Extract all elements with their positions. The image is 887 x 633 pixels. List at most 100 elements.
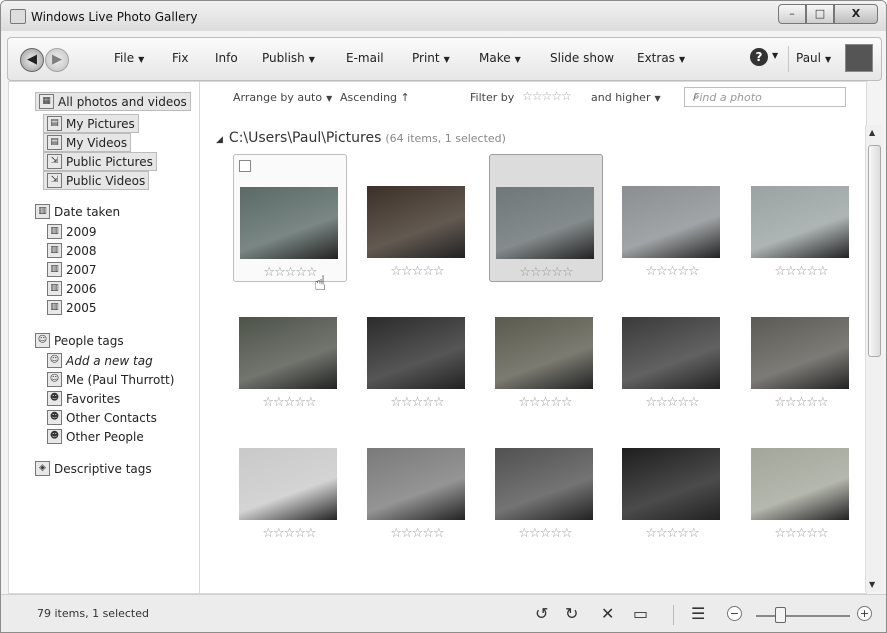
make-menu[interactable]: Make ▼ — [479, 51, 521, 65]
photo-image[interactable] — [751, 448, 849, 520]
sidebar-item-descriptive-tags[interactable]: ◈ Descriptive tags — [35, 461, 152, 476]
photo-image[interactable] — [240, 187, 338, 259]
star-rating[interactable]: ☆☆☆☆☆ — [745, 395, 857, 410]
arrange-dropdown[interactable]: Arrange by auto ▼ — [233, 91, 332, 104]
star-rating[interactable]: ☆☆☆☆☆ — [361, 526, 473, 541]
sidebar-item-favorites[interactable]: ☻ Favorites — [47, 391, 120, 406]
star-rating[interactable]: ☆☆☆☆☆ — [489, 526, 601, 541]
photo-thumbnail[interactable]: ☆☆☆☆☆ — [361, 154, 473, 280]
photo-image[interactable] — [367, 317, 465, 389]
photo-thumbnail[interactable]: ☆☆☆☆☆ — [361, 285, 473, 411]
rotate-right-icon[interactable]: ↻ — [565, 604, 578, 623]
back-button[interactable]: ◀ — [20, 48, 44, 72]
extras-menu[interactable]: Extras ▼ — [637, 51, 685, 65]
zoom-in-icon[interactable]: + — [857, 606, 872, 621]
photo-thumbnail[interactable]: ☆☆☆☆☆ — [616, 416, 728, 542]
star-rating[interactable]: ☆☆☆☆☆ — [616, 526, 728, 541]
forward-button[interactable]: ▶ — [45, 48, 69, 72]
rating-threshold-dropdown[interactable]: and higher ▼ — [591, 91, 661, 104]
zoom-slider[interactable] — [756, 615, 850, 617]
photo-image[interactable] — [622, 448, 720, 520]
scrollbar-thumb[interactable] — [868, 145, 881, 357]
slideshow-button[interactable]: Slide show — [550, 51, 614, 65]
photo-thumbnail[interactable]: ☆☆☆☆☆ — [233, 285, 345, 411]
sidebar-item-me[interactable]: ☺ Me (Paul Thurrott) — [47, 372, 174, 387]
photo-image[interactable] — [495, 317, 593, 389]
chevron-down-icon[interactable]: ▼ — [772, 51, 778, 60]
delete-icon[interactable]: ✕ — [601, 604, 614, 623]
search-input[interactable]: Find a photo ⌕ — [684, 87, 846, 107]
search-icon[interactable]: ⌕ — [693, 89, 841, 104]
photo-thumbnail[interactable]: ☆☆☆☆☆ — [233, 416, 345, 542]
sidebar-item-public-pictures[interactable]: ⇲ Public Pictures — [43, 152, 157, 171]
user-avatar[interactable] — [845, 44, 873, 72]
star-rating[interactable]: ☆☆☆☆☆ — [233, 526, 345, 541]
help-icon[interactable]: ? — [750, 48, 768, 66]
sidebar-item-year[interactable]: ▥ 2007 — [47, 262, 97, 277]
slideshow-icon[interactable]: ▭ — [633, 604, 648, 623]
user-menu[interactable]: Paul ▼ — [796, 51, 831, 65]
photo-thumbnail[interactable]: ☆☆☆☆☆ — [745, 416, 857, 542]
photo-thumbnail[interactable]: ☆☆☆☆☆ — [745, 154, 857, 280]
star-rating[interactable]: ☆☆☆☆☆ — [233, 395, 345, 410]
photo-image[interactable] — [622, 186, 720, 258]
sort-order-button[interactable]: Ascending ↑ — [340, 91, 410, 104]
sidebar-item-year[interactable]: ▥ 2006 — [47, 281, 97, 296]
sidebar-item-my-videos[interactable]: ▤ My Videos — [43, 133, 132, 152]
select-checkbox[interactable] — [239, 160, 251, 172]
email-button[interactable]: E-mail — [346, 51, 384, 65]
scroll-up-icon[interactable]: ▲ — [869, 128, 875, 137]
photo-thumbnail[interactable]: ☆☆☆☆☆ ☝ — [233, 154, 347, 295]
rating-filter[interactable]: ☆☆☆☆☆ — [522, 89, 572, 103]
photo-thumbnail[interactable]: ☆☆☆☆☆ — [616, 285, 728, 411]
folder-header[interactable]: ◢ C:\Users\Paul\Pictures (64 items, 1 sele… — [216, 130, 506, 146]
photo-image[interactable] — [367, 448, 465, 520]
photo-thumbnail[interactable]: ☆☆☆☆☆ — [361, 416, 473, 542]
photo-thumbnail[interactable]: ☆☆☆☆☆ — [489, 285, 601, 411]
sidebar-item-year[interactable]: ▥ 2005 — [47, 300, 97, 315]
star-rating[interactable]: ☆☆☆☆☆ — [234, 265, 346, 280]
scroll-down-icon[interactable]: ▼ — [869, 580, 875, 589]
close-button[interactable]: X — [834, 4, 878, 24]
maximize-button[interactable]: □ — [806, 4, 834, 24]
scrollbar[interactable]: ▲ ▼ — [865, 125, 882, 592]
sidebar-item-other-people[interactable]: ☻ Other People — [47, 429, 144, 444]
details-view-icon[interactable]: ☰ — [691, 604, 705, 623]
photo-thumbnail[interactable]: ☆☆☆☆☆ — [489, 154, 603, 282]
print-menu[interactable]: Print ▼ — [412, 51, 450, 65]
sidebar-item-my-pictures[interactable]: ▤ My Pictures — [43, 114, 139, 133]
photo-image[interactable] — [367, 186, 465, 258]
star-rating[interactable]: ☆☆☆☆☆ — [361, 395, 473, 410]
zoom-slider-thumb[interactable] — [774, 607, 786, 623]
collapse-icon[interactable]: ◢ — [216, 135, 223, 145]
file-menu[interactable]: File ▼ — [114, 51, 144, 65]
sidebar-item-date-taken[interactable]: ▥ Date taken — [35, 204, 120, 219]
sidebar-item-public-videos[interactable]: ⇲ Public Videos — [43, 171, 150, 190]
fix-button[interactable]: Fix — [172, 51, 188, 65]
zoom-out-icon[interactable]: − — [727, 606, 742, 621]
photo-image[interactable] — [751, 317, 849, 389]
photo-thumbnail[interactable]: ☆☆☆☆☆ — [616, 154, 728, 280]
info-button[interactable]: Info — [215, 51, 238, 65]
star-rating[interactable]: ☆☆☆☆☆ — [616, 395, 728, 410]
star-rating[interactable]: ☆☆☆☆☆ — [745, 526, 857, 541]
star-rating[interactable]: ☆☆☆☆☆ — [489, 395, 601, 410]
star-rating[interactable]: ☆☆☆☆☆ — [490, 265, 602, 280]
photo-thumbnail[interactable]: ☆☆☆☆☆ — [489, 416, 601, 542]
photo-thumbnail[interactable]: ☆☆☆☆☆ — [745, 285, 857, 411]
publish-menu[interactable]: Publish ▼ — [262, 51, 315, 65]
photo-image[interactable] — [239, 448, 337, 520]
photo-image[interactable] — [751, 186, 849, 258]
minimize-button[interactable]: – — [778, 4, 806, 24]
photo-image[interactable] — [239, 317, 337, 389]
star-rating[interactable]: ☆☆☆☆☆ — [361, 264, 473, 279]
sidebar-item-year[interactable]: ▥ 2008 — [47, 243, 97, 258]
star-rating[interactable]: ☆☆☆☆☆ — [616, 264, 728, 279]
sidebar-item-people-tags[interactable]: ☺ People tags — [35, 333, 124, 348]
photo-image[interactable] — [496, 187, 594, 259]
star-rating[interactable]: ☆☆☆☆☆ — [745, 264, 857, 279]
rotate-left-icon[interactable]: ↺ — [535, 604, 548, 623]
sidebar-item-year[interactable]: ▥ 2009 — [47, 224, 97, 239]
sidebar-item-add-tag[interactable]: ☺ Add a new tag — [47, 353, 153, 368]
sidebar-item-other-contacts[interactable]: ☻ Other Contacts — [47, 410, 157, 425]
